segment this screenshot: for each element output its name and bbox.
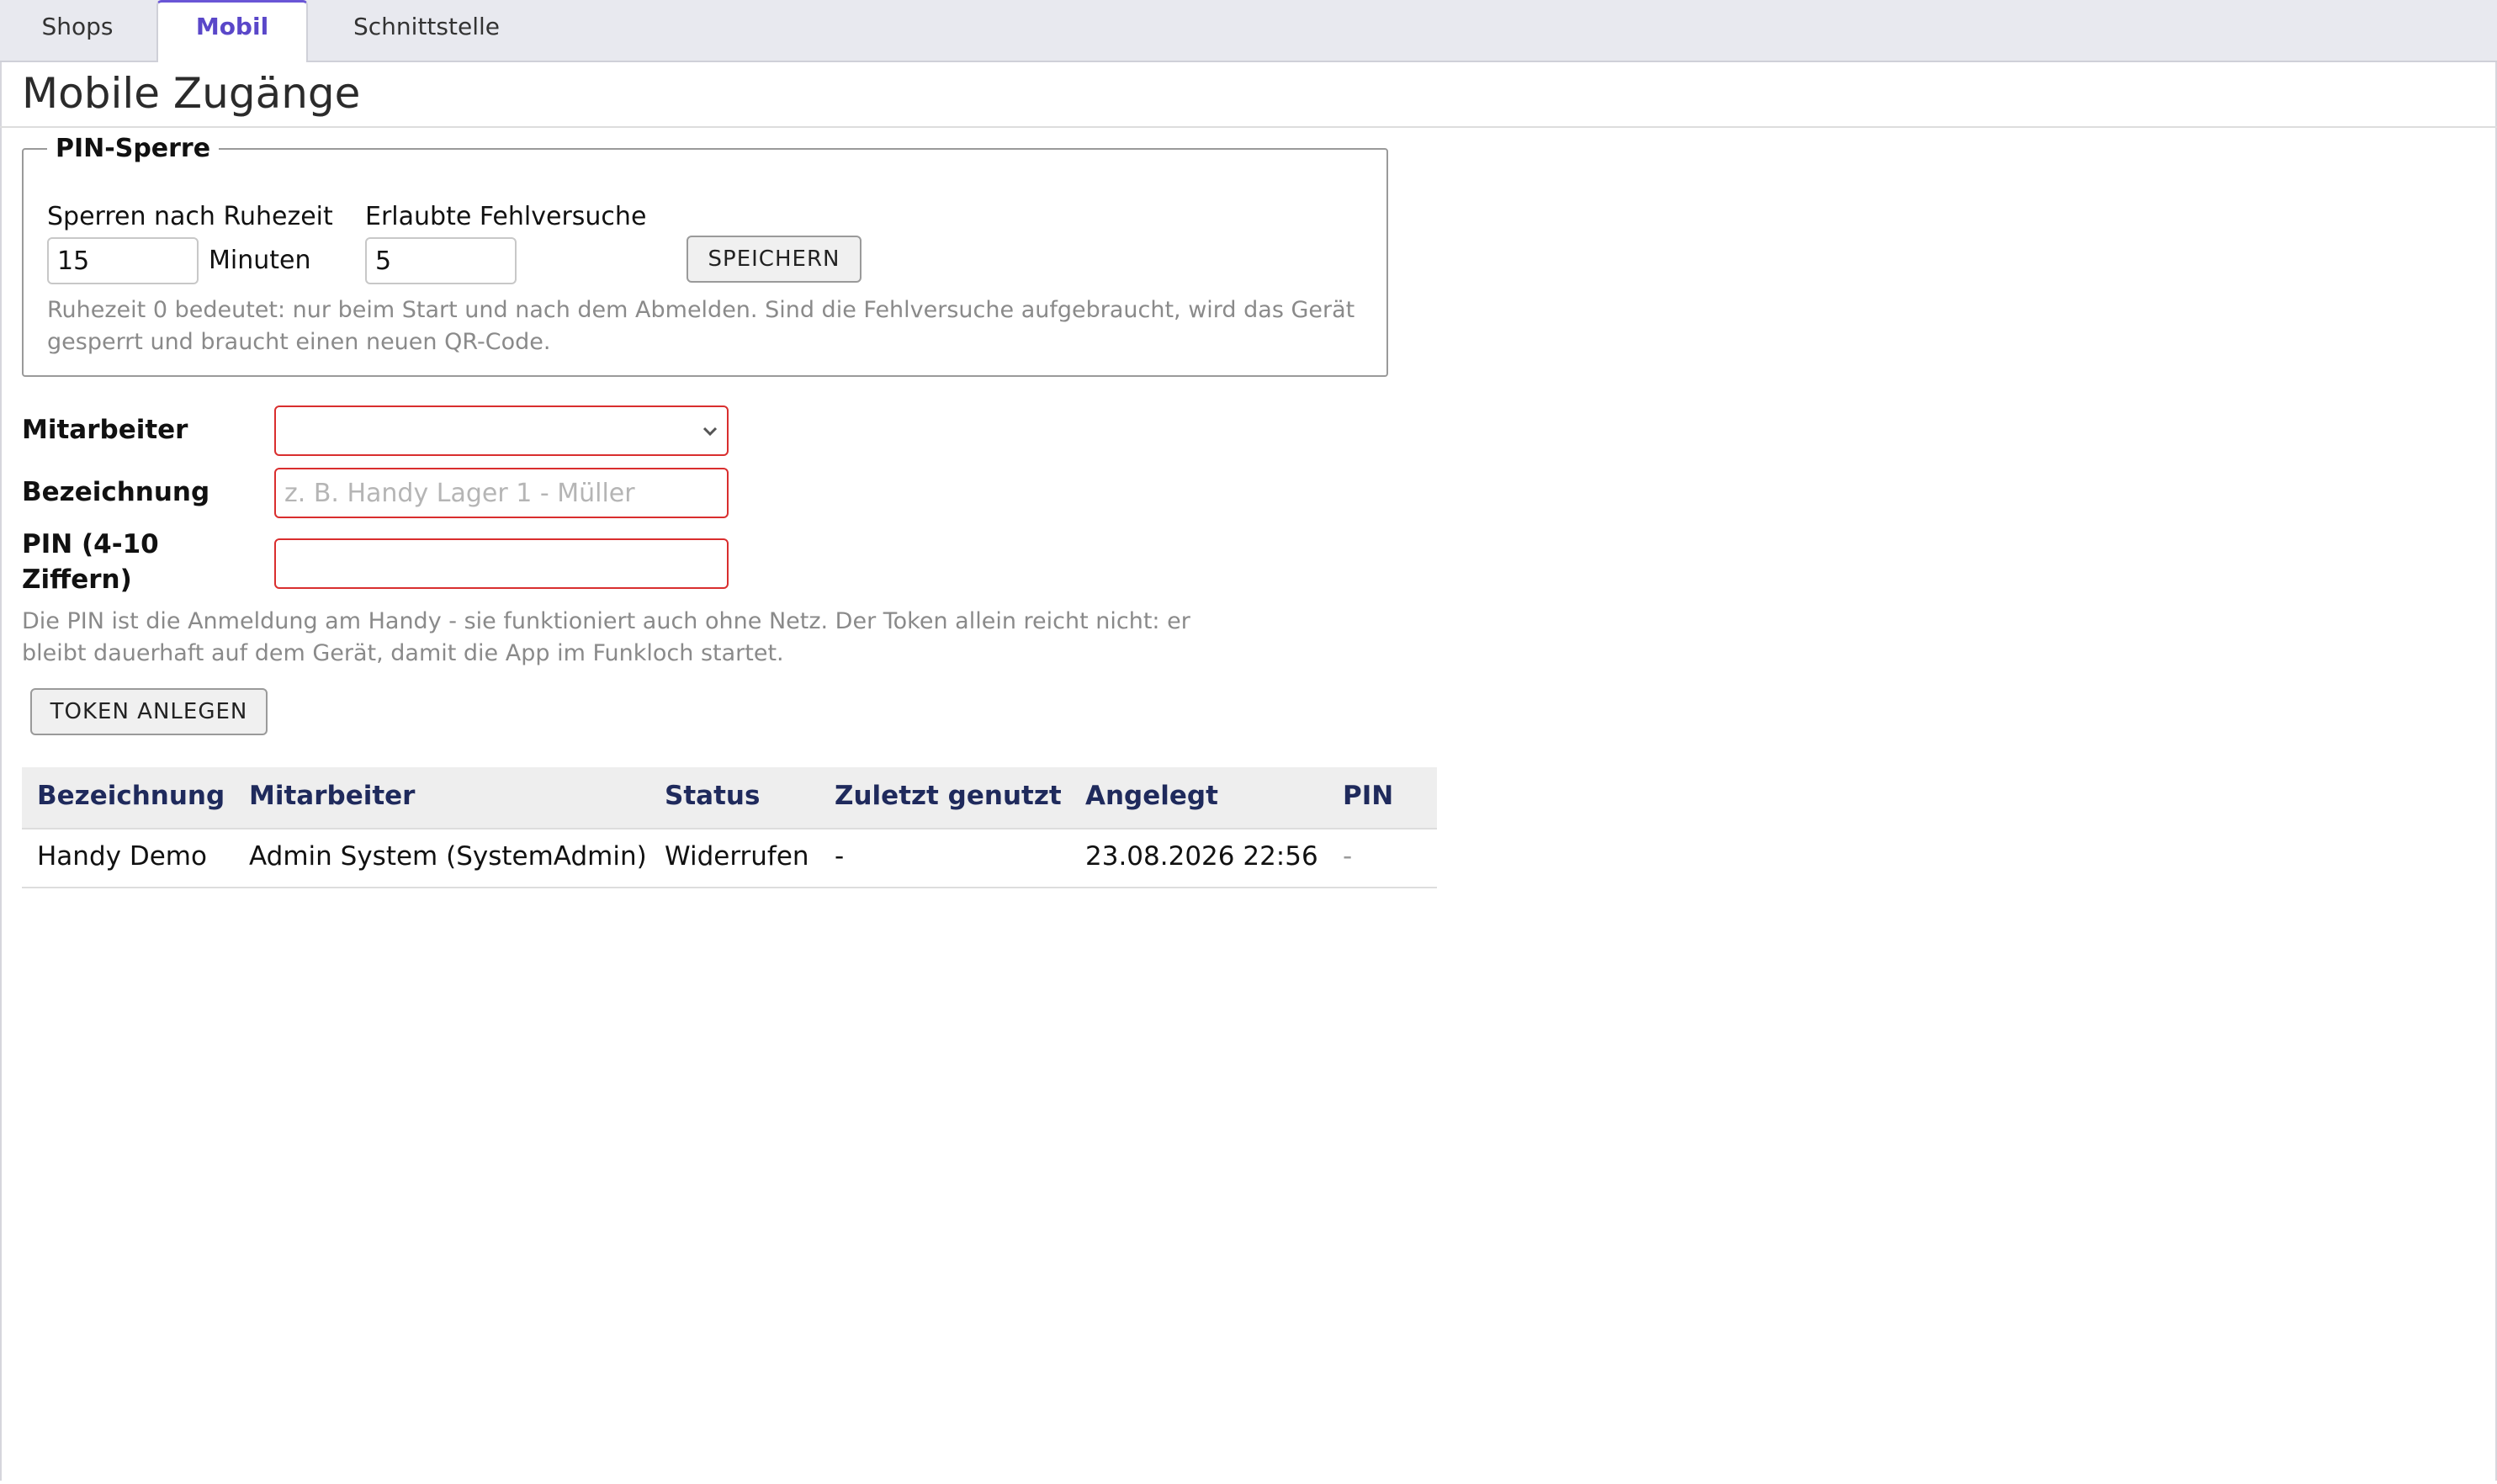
- pin-lock-hint-line2: gesperrt und braucht einen neuen QR-Code…: [47, 329, 551, 355]
- form-hint-line2: bleibt dauerhaft auf dem Gerät, damit di…: [22, 640, 784, 666]
- tab-shops[interactable]: Shops: [0, 0, 155, 61]
- cell-last-used: -: [835, 841, 845, 872]
- pin-label-line1: PIN (4-10: [22, 529, 159, 559]
- pin-label-line2: Ziffern): [22, 564, 132, 595]
- col-header-last-used[interactable]: Zuletzt genutzt: [835, 767, 1062, 824]
- create-token-button[interactable]: TOKEN ANLEGEN: [30, 688, 268, 735]
- col-header-created[interactable]: Angelegt: [1085, 767, 1218, 824]
- employee-select[interactable]: [274, 405, 729, 456]
- tab-bar: Shops Mobil Schnittstelle: [0, 0, 2497, 62]
- cell-pin: -: [1343, 841, 1353, 872]
- attempts-label: Erlaubte Fehlversuche: [365, 202, 647, 231]
- designation-input[interactable]: [274, 468, 729, 518]
- tokens-table-header: Bezeichnung Mitarbeiter Status Zuletzt g…: [22, 767, 1437, 829]
- attempts-input[interactable]: [365, 237, 517, 284]
- idle-time-unit: Minuten: [209, 246, 311, 275]
- employee-label: Mitarbeiter: [22, 415, 188, 445]
- col-header-designation[interactable]: Bezeichnung: [37, 767, 225, 824]
- designation-label: Bezeichnung: [22, 477, 210, 507]
- tab-mobil[interactable]: Mobil: [156, 0, 308, 62]
- tab-schnittstelle[interactable]: Schnittstelle: [320, 0, 533, 61]
- col-header-pin[interactable]: PIN: [1343, 767, 1393, 824]
- cell-status: Widerrufen: [665, 841, 809, 872]
- cell-employee: Admin System (SystemAdmin): [249, 841, 647, 872]
- title-divider: [0, 126, 2497, 128]
- form-hint-line1: Die PIN ist die Anmeldung am Handy - sie…: [22, 608, 1190, 634]
- pin-input[interactable]: [274, 538, 729, 589]
- col-header-employee[interactable]: Mitarbeiter: [249, 767, 415, 824]
- cell-designation: Handy Demo: [37, 841, 207, 872]
- pin-lock-legend: PIN-Sperre: [47, 134, 220, 163]
- pin-lock-hint-line1: Ruhezeit 0 bedeutet: nur beim Start und …: [47, 297, 1355, 323]
- chevron-down-icon: [702, 427, 718, 437]
- idle-time-label: Sperren nach Ruhezeit: [47, 202, 333, 231]
- cell-created: 23.08.2026 22:56: [1085, 841, 1318, 872]
- idle-time-input[interactable]: [47, 237, 199, 284]
- pin-lock-fieldset: PIN-Sperre Sperren nach Ruhezeit Minuten…: [22, 134, 1388, 377]
- col-header-status[interactable]: Status: [665, 767, 760, 824]
- save-button[interactable]: SPEICHERN: [687, 236, 861, 283]
- page-title: Mobile Zugänge: [22, 69, 361, 118]
- table-row[interactable]: Handy Demo Admin System (SystemAdmin) Wi…: [22, 828, 1437, 888]
